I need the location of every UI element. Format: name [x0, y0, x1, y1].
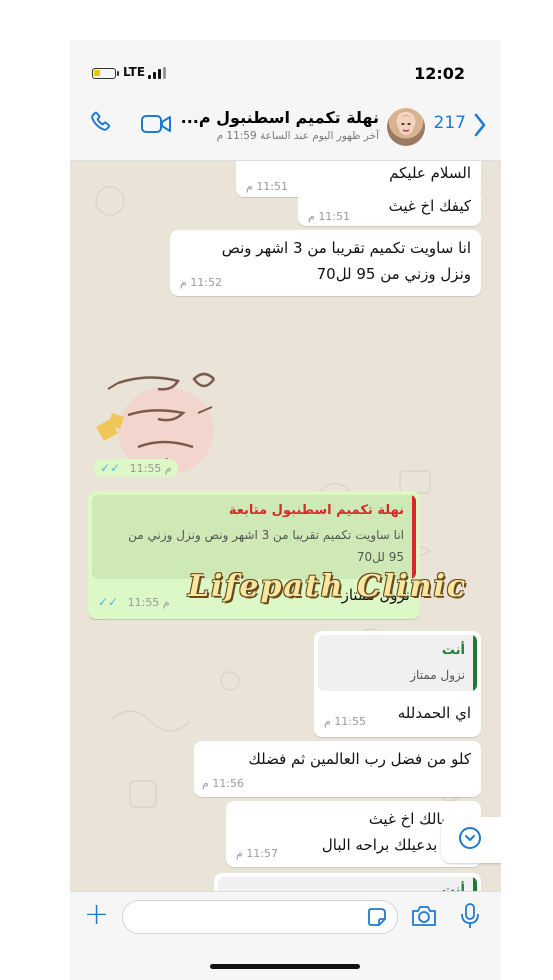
message-input-bar: +: [70, 891, 501, 980]
camera-icon[interactable]: [410, 904, 438, 928]
quote-title: أنت: [441, 883, 465, 891]
status-time: 12:02: [414, 64, 465, 83]
message-time: 11:51 م: [246, 180, 289, 193]
quote-bar: [412, 495, 416, 579]
chat-header: نهلة تكميم اسطنبول م... آخر ظهور اليوم ع…: [70, 100, 501, 161]
message-text: كيفك اخ غيث: [388, 197, 471, 215]
quote-title: أنت: [441, 643, 465, 658]
message-incoming[interactable]: كيفك اخ غيث 11:51 م: [298, 188, 481, 226]
message-text: اي الحمدلله: [397, 704, 471, 722]
quoted-message[interactable]: نهلة تكميم اسطنبول متابعة انا ساويت تكمي…: [92, 495, 416, 579]
sticker-time: ✓✓ 11:55 م: [94, 459, 178, 477]
scroll-down-icon: [459, 827, 481, 849]
quoted-message[interactable]: أنت نزول ممتاز: [318, 635, 477, 691]
quote-text-line1: انا ساويت تكميم تقريبا من 3 اشهر ونص ونز…: [128, 528, 404, 542]
voice-call-icon[interactable]: [88, 110, 114, 136]
message-time: ✓✓ 11:55 م: [98, 595, 170, 609]
message-incoming[interactable]: أنت نزول ممتاز اي الحمدلله 11:55 م: [314, 631, 481, 737]
quoted-message[interactable]: أنت: [218, 877, 477, 891]
contact-name[interactable]: نهلة تكميم اسطنبول م...: [181, 108, 379, 127]
message-text: السلام عليكم: [389, 164, 471, 182]
quote-bar: [473, 635, 477, 691]
video-call-icon[interactable]: [140, 112, 172, 136]
status-bar: LTE 12:02: [70, 40, 501, 100]
chevron-left-icon[interactable]: [473, 112, 487, 138]
message-incoming[interactable]: انا ساويت تكميم تقريبا من 3 اشهر ونص ونز…: [170, 230, 481, 296]
quote-bar: [473, 877, 477, 891]
read-ticks-icon: ✓✓: [98, 595, 123, 609]
read-ticks-icon: ✓✓: [100, 461, 125, 475]
message-incoming[interactable]: كلو من فضل رب العالمين ثم فضلك 11:56 م: [194, 741, 481, 797]
message-time: 11:55 م: [324, 715, 367, 728]
sticker-icon[interactable]: [367, 907, 387, 927]
message-time: 11:52 م: [180, 276, 223, 289]
last-seen: آخر ظهور اليوم عند الساعة 11:59 م: [216, 130, 379, 142]
unread-count[interactable]: 217: [434, 113, 466, 133]
quote-text-line2: 95 لل70: [356, 550, 404, 564]
message-time: 11:51 م: [308, 210, 351, 223]
sticker-image: [96, 372, 216, 475]
chat-area[interactable]: السلام عليكم 11:51 م كيفك اخ غيث 11:51 م…: [70, 161, 501, 891]
message-time: 11:56 م: [202, 777, 245, 790]
network-type: LTE: [123, 65, 146, 79]
clinic-watermark: Lifepath Clinic: [188, 569, 468, 604]
microphone-icon[interactable]: [460, 902, 480, 930]
phone-screen: LTE 12:02 نهلة تكميم اسطنبول م... آخر ظه…: [70, 40, 501, 980]
quote-title: نهلة تكميم اسطنبول متابعة: [228, 503, 404, 518]
message-text-line1: انا ساويت تكميم تقريبا من 3 اشهر ونص: [221, 239, 471, 257]
scroll-down-button[interactable]: [441, 817, 501, 863]
message-time: 11:57 م: [236, 847, 279, 860]
quote-text: نزول ممتاز: [410, 668, 465, 682]
signal-icon: [148, 67, 168, 79]
message-incoming[interactable]: أنت: [214, 873, 481, 891]
message-text: كلو من فضل رب العالمين ثم فضلك: [248, 750, 472, 768]
home-indicator[interactable]: [210, 964, 360, 969]
avatar[interactable]: [387, 108, 425, 146]
sticker-message[interactable]: [88, 339, 238, 479]
message-text-line2: ونزل وزني من 95 لل70: [316, 265, 471, 283]
message-input[interactable]: [122, 900, 398, 934]
plus-icon[interactable]: +: [84, 900, 109, 930]
battery-icon: [92, 68, 119, 79]
